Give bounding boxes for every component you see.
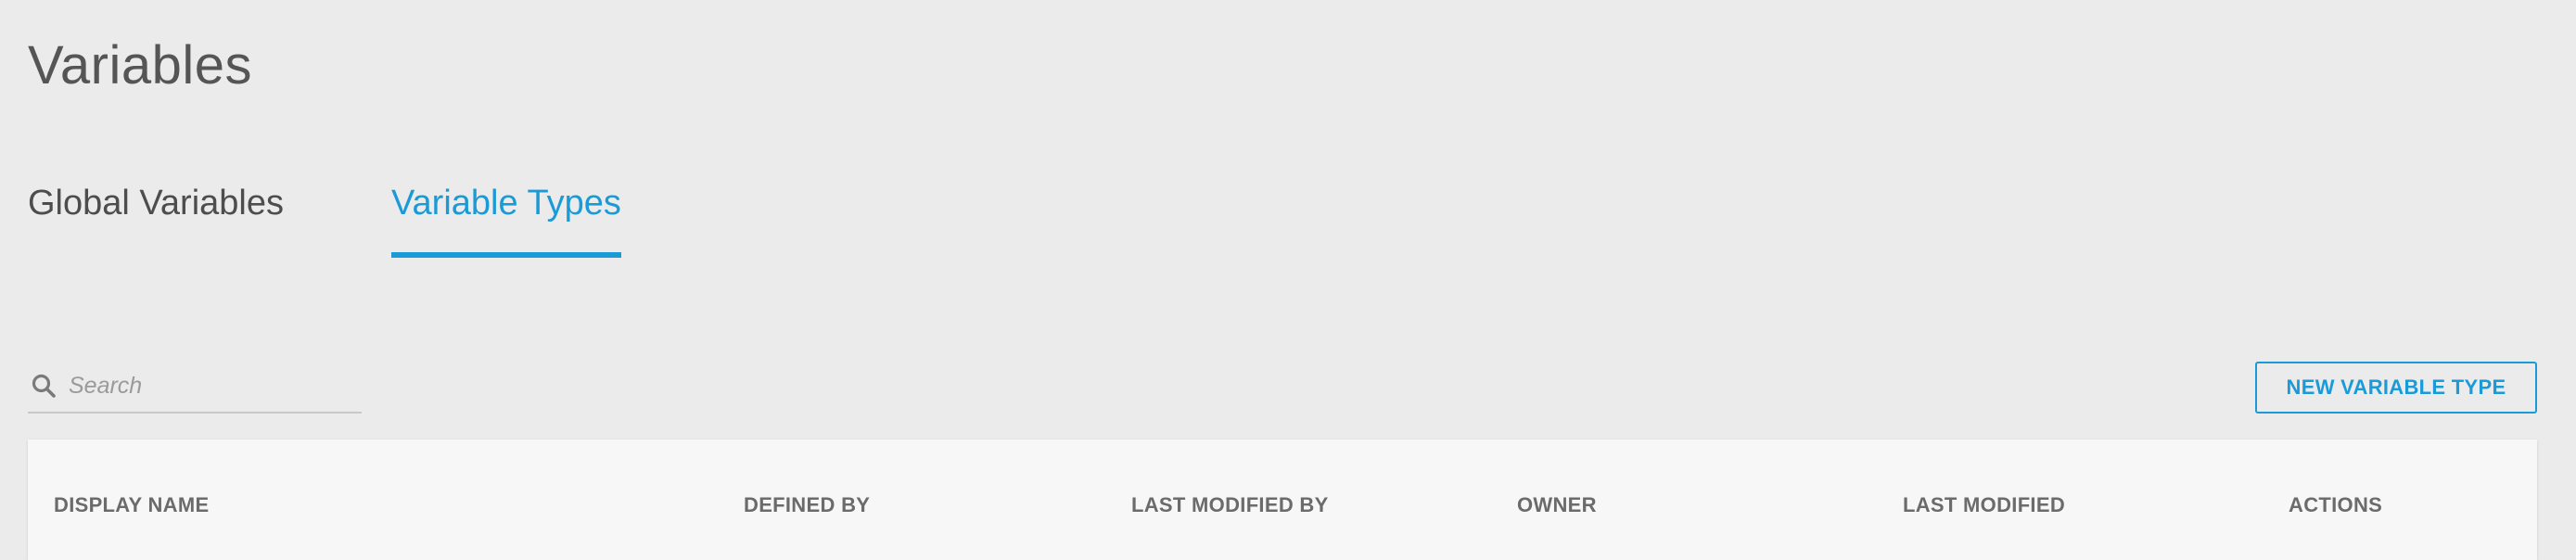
- search-field: [28, 360, 362, 414]
- column-header-actions: ACTIONS: [2289, 493, 2383, 516]
- variable-types-table: DISPLAY NAME DEFINED BY LAST MODIFIED BY…: [28, 439, 2537, 560]
- search-icon: [30, 372, 57, 400]
- column-header-defined-by[interactable]: DEFINED BY: [744, 493, 870, 517]
- page-title: Variables: [28, 35, 252, 95]
- tab-global-variables[interactable]: Global Variables: [28, 182, 284, 258]
- column-header-display-name[interactable]: DISPLAY NAME: [54, 493, 209, 517]
- tab-bar: Global Variables Variable Types: [28, 182, 729, 258]
- column-header-last-modified[interactable]: LAST MODIFIED: [1903, 493, 2065, 517]
- new-variable-type-button[interactable]: NEW VARIABLE TYPE: [2255, 362, 2537, 414]
- search-input[interactable]: [69, 372, 347, 400]
- table-header: DISPLAY NAME DEFINED BY LAST MODIFIED BY…: [28, 439, 2537, 551]
- column-header-owner[interactable]: OWNER: [1517, 493, 1597, 517]
- column-header-last-modified-by[interactable]: LAST MODIFIED BY: [1131, 493, 1329, 517]
- tab-variable-types[interactable]: Variable Types: [391, 182, 621, 258]
